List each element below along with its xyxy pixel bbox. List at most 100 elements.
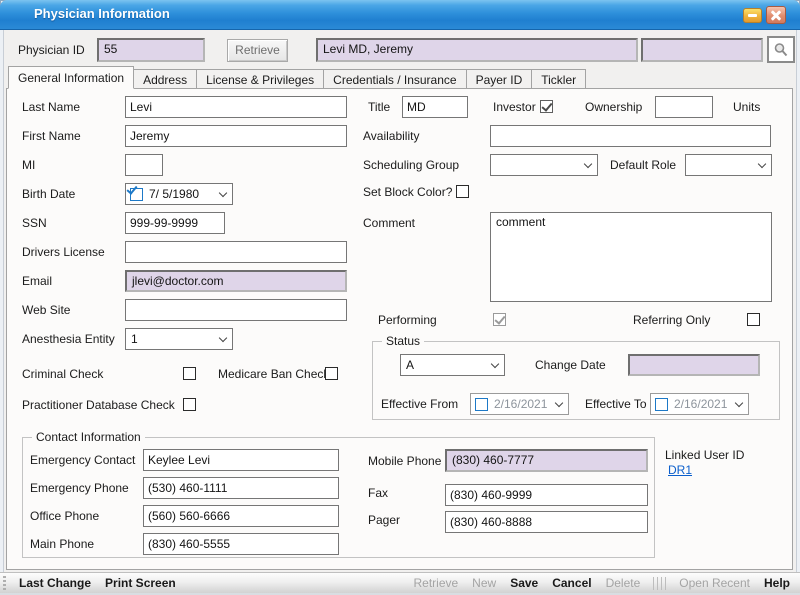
scheduling-group-label: Scheduling Group — [363, 154, 459, 176]
status-value: A — [406, 358, 414, 372]
chevron-down-icon — [584, 159, 592, 167]
scheduling-group-dropdown[interactable] — [490, 154, 598, 176]
change-date-field — [628, 354, 760, 376]
performing-label: Performing — [378, 309, 437, 331]
practitioner-db-check-checkbox[interactable] — [183, 398, 196, 411]
effective-to-label: Effective To — [585, 393, 647, 415]
referring-only-label: Referring Only — [633, 309, 710, 331]
criminal-check-checkbox[interactable] — [183, 367, 196, 380]
title-input[interactable] — [402, 96, 468, 118]
mobile-phone-field[interactable]: (830) 460-7777 — [445, 449, 648, 472]
medicare-ban-check-checkbox[interactable] — [325, 367, 338, 380]
medicare-ban-check-label: Medicare Ban Check — [218, 363, 329, 385]
toolbar-grip[interactable] — [3, 576, 6, 591]
main-phone-label: Main Phone — [30, 533, 94, 555]
close-icon[interactable] — [766, 6, 786, 24]
criminal-check-label: Criminal Check — [22, 363, 103, 385]
effective-from-picker[interactable]: 2/16/2021 — [470, 393, 569, 415]
tab-license-privileges[interactable]: License & Privileges — [197, 69, 324, 89]
set-block-color-checkbox[interactable] — [456, 185, 469, 198]
window-left-edge — [0, 30, 4, 595]
fax-label: Fax — [368, 482, 388, 504]
drivers-license-input[interactable] — [125, 241, 347, 263]
title-bar[interactable]: Physician Information — [0, 0, 800, 30]
save-button[interactable]: Save — [503, 576, 545, 590]
birth-date-checkbox[interactable] — [130, 188, 143, 201]
office-phone-input[interactable] — [143, 505, 339, 527]
emergency-phone-input[interactable] — [143, 477, 339, 499]
practitioner-db-check-label: Practitioner Database Check — [22, 394, 175, 416]
linked-user-id-link[interactable]: DR1 — [668, 463, 692, 477]
physician-id-label: Physician ID — [18, 39, 85, 61]
tab-tickler[interactable]: Tickler — [532, 69, 586, 89]
ownership-input[interactable] — [655, 96, 713, 118]
tab-credentials-insurance[interactable]: Credentials / Insurance — [324, 69, 466, 89]
physician-name-display: Levi MD, Jeremy — [316, 38, 638, 62]
chevron-down-icon[interactable] — [219, 188, 227, 196]
magnifier-icon — [773, 42, 789, 58]
tab-address[interactable]: Address — [134, 69, 197, 89]
comment-textarea[interactable] — [490, 212, 772, 302]
chevron-down-icon — [491, 359, 499, 367]
ssn-input[interactable] — [125, 212, 225, 234]
effective-to-checkbox[interactable] — [655, 398, 668, 411]
units-label: Units — [733, 96, 760, 118]
effective-to-value: 2/16/2021 — [674, 397, 727, 411]
investor-checkbox[interactable] — [540, 100, 553, 113]
anesthesia-entity-value: 1 — [131, 332, 138, 346]
mi-input[interactable] — [125, 154, 163, 176]
status-dropdown[interactable]: A — [400, 354, 505, 376]
anesthesia-entity-dropdown[interactable]: 1 — [125, 328, 233, 350]
referring-only-checkbox[interactable] — [747, 313, 760, 326]
tab-payer-id[interactable]: Payer ID — [467, 69, 533, 89]
effective-from-label: Effective From — [381, 393, 458, 415]
fax-input[interactable] — [445, 484, 648, 506]
print-screen-button[interactable]: Print Screen — [98, 576, 183, 590]
physician-id-field[interactable]: 55 — [97, 38, 205, 62]
window-title: Physician Information — [34, 6, 170, 21]
availability-input[interactable] — [490, 125, 771, 147]
email-label: Email — [22, 270, 52, 292]
retrieve-button[interactable]: Retrieve — [227, 39, 288, 62]
first-name-label: First Name — [22, 125, 81, 147]
cancel-button[interactable]: Cancel — [545, 576, 598, 590]
anesthesia-entity-label: Anesthesia Entity — [22, 328, 115, 350]
retrieve-toolbar-button: Retrieve — [406, 576, 465, 590]
birth-date-picker[interactable]: 7/ 5/1980 — [125, 183, 233, 205]
main-phone-input[interactable] — [143, 533, 339, 555]
set-block-color-label: Set Block Color? — [363, 181, 452, 203]
status-group-label: Status — [382, 334, 424, 348]
chevron-down-icon — [219, 333, 227, 341]
email-field[interactable]: jlevi@doctor.com — [125, 270, 347, 292]
emergency-contact-input[interactable] — [143, 449, 339, 471]
effective-to-picker[interactable]: 2/16/2021 — [650, 393, 749, 415]
minimize-icon[interactable] — [743, 8, 762, 23]
emergency-phone-label: Emergency Phone — [30, 477, 129, 499]
last-name-input[interactable] — [125, 96, 347, 118]
last-change-button[interactable]: Last Change — [12, 576, 98, 590]
pager-input[interactable] — [445, 511, 648, 533]
default-role-label: Default Role — [610, 154, 676, 176]
performing-checkbox[interactable] — [493, 313, 506, 326]
office-phone-label: Office Phone — [30, 505, 99, 527]
delete-button: Delete — [599, 576, 648, 590]
ownership-label: Ownership — [585, 96, 642, 118]
quick-search-field[interactable] — [641, 38, 763, 62]
ssn-label: SSN — [22, 212, 47, 234]
chevron-down-icon[interactable] — [735, 398, 743, 406]
mobile-phone-label: Mobile Phone — [368, 450, 441, 472]
default-role-dropdown[interactable] — [685, 154, 772, 176]
toolbar-separator — [653, 577, 666, 590]
help-button[interactable]: Help — [757, 576, 800, 590]
birth-date-value: 7/ 5/1980 — [149, 187, 199, 201]
contact-information-group-label: Contact Information — [32, 430, 145, 444]
toolbar-right-group: Retrieve New Save Cancel Delete Open Rec… — [406, 576, 800, 590]
emergency-contact-label: Emergency Contact — [30, 449, 135, 471]
chevron-down-icon[interactable] — [555, 398, 563, 406]
search-button[interactable] — [767, 36, 795, 63]
effective-from-checkbox[interactable] — [475, 398, 488, 411]
tab-general-information[interactable]: General Information — [8, 66, 134, 89]
birth-date-label: Birth Date — [22, 183, 75, 205]
web-site-input[interactable] — [125, 299, 347, 321]
first-name-input[interactable] — [125, 125, 347, 147]
